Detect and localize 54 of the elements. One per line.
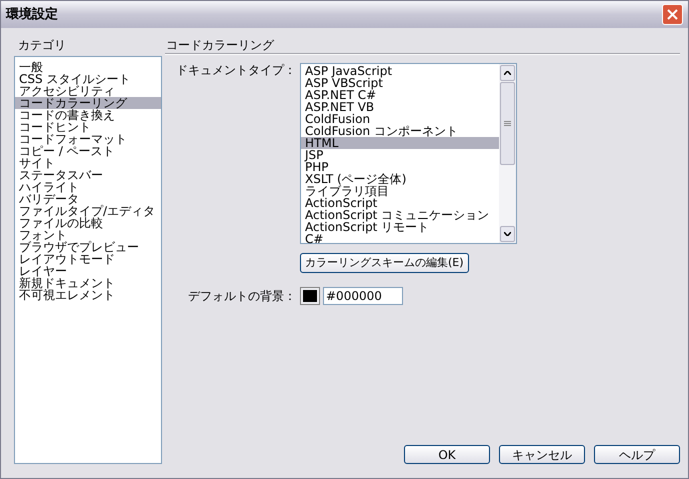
list-item[interactable]: コピー / ペースト: [15, 145, 161, 157]
list-item[interactable]: ActionScript リモート: [301, 221, 499, 233]
list-item[interactable]: コードフォーマット: [15, 133, 161, 145]
scroll-thumb[interactable]: [500, 82, 515, 165]
list-item[interactable]: サイト: [15, 157, 161, 169]
close-button[interactable]: [662, 4, 683, 25]
list-item[interactable]: XSLT (ページ全体): [301, 173, 499, 185]
list-item[interactable]: ASP.NET VB: [301, 101, 499, 113]
list-item[interactable]: C#: [301, 233, 499, 245]
list-item[interactable]: 一般: [15, 61, 161, 73]
list-item[interactable]: コードの書き換え: [15, 109, 161, 121]
color-picker-button[interactable]: [300, 287, 320, 305]
list-item[interactable]: PHP: [301, 161, 499, 173]
grip-icon: [504, 120, 511, 126]
list-item[interactable]: アクセシビリティ: [15, 85, 161, 97]
list-item[interactable]: コードヒント: [15, 121, 161, 133]
window-title: 環境設定: [6, 6, 58, 24]
list-item[interactable]: レイアウトモード: [15, 253, 161, 265]
list-item[interactable]: ActionScript: [301, 197, 499, 209]
color-value-field[interactable]: #000000: [323, 287, 403, 305]
list-item[interactable]: ハイライト: [15, 181, 161, 193]
scroll-up-button[interactable]: [500, 65, 515, 81]
list-item[interactable]: ファイルの比較: [15, 217, 161, 229]
list-item[interactable]: フォント: [15, 229, 161, 241]
dialog-button[interactable]: OK: [404, 445, 490, 464]
document-type-label: ドキュメントタイプ：: [175, 63, 297, 79]
list-item[interactable]: ColdFusion: [301, 113, 499, 125]
list-item[interactable]: コードカラーリング: [15, 97, 161, 109]
list-item[interactable]: ASP VBScript: [301, 77, 499, 89]
dialog-button[interactable]: キャンセル: [499, 445, 585, 464]
default-background-label: デフォルトの背景：: [187, 289, 297, 303]
list-item[interactable]: ASP JavaScript: [301, 65, 499, 77]
list-item[interactable]: バリデータ: [15, 193, 161, 205]
list-item[interactable]: ファイルタイプ/エディタ: [15, 205, 161, 217]
list-item[interactable]: 新規ドキュメント: [15, 277, 161, 289]
list-item[interactable]: 不可視エレメント: [15, 289, 161, 301]
dialog-button[interactable]: ヘルプ: [594, 445, 680, 464]
list-item[interactable]: ASP.NET C#: [301, 89, 499, 101]
panel-title: コードカラーリング: [165, 38, 276, 52]
list-item[interactable]: ブラウザでプレビュー: [15, 241, 161, 253]
close-icon: [667, 9, 678, 20]
list-item[interactable]: ステータスバー: [15, 169, 161, 181]
scroll-down-button[interactable]: [500, 226, 515, 242]
scrollbar[interactable]: [499, 64, 516, 243]
list-item[interactable]: レイヤー: [15, 265, 161, 277]
list-item[interactable]: ActionScript コミュニケーション: [301, 209, 499, 221]
list-item[interactable]: CSS スタイルシート: [15, 73, 161, 85]
category-list[interactable]: 一般 CSS スタイルシート アクセシビリティ コードカラーリング コードの書き換え コードヒント コードフォーマット コピー / ペースト サイト ステータスバー ハイライト バリデータ ファイルタイプ/エディタ ファイルの比較 フォント ブラウザでプレビュー レイアウトモード レイヤー 新規ドキュメント 不可視エレメント: [14, 56, 162, 464]
edit-scheme-button[interactable]: カラーリングスキームの編集(E): [300, 253, 469, 273]
list-item[interactable]: HTML: [301, 137, 499, 149]
category-label: カテゴリ: [17, 38, 67, 54]
list-item[interactable]: ColdFusion コンポーネント: [301, 125, 499, 137]
list-item[interactable]: ライブラリ項目: [301, 185, 499, 197]
list-item[interactable]: JSP: [301, 149, 499, 161]
